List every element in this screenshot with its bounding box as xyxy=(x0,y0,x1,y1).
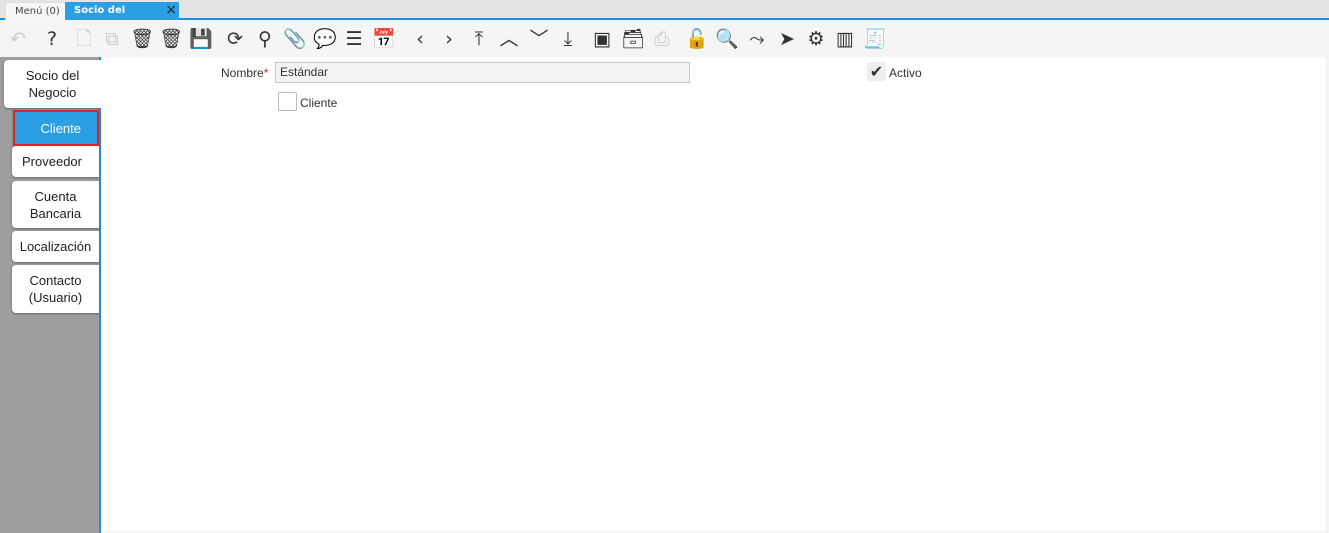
post-document-button[interactable]: 🧾 xyxy=(863,27,887,51)
parent-icon: ︿ xyxy=(499,28,519,50)
side-tab-label: Contacto (Usuario) xyxy=(28,273,83,305)
workflow-icon: ⤳ xyxy=(749,28,765,50)
side-tab-label: Proveedor xyxy=(22,154,82,169)
calendar-button[interactable]: 📅 xyxy=(372,27,396,51)
refresh-button[interactable]: ⟳ xyxy=(223,27,247,51)
archive-icon: 🗃 xyxy=(621,28,646,50)
workflow-button[interactable]: ⤳ xyxy=(745,27,769,51)
find-icon: ⚲ xyxy=(258,28,272,50)
grid-toggle-button[interactable]: ☰ xyxy=(342,27,366,51)
grid-toggle-icon: ☰ xyxy=(345,28,363,50)
required-mark: * xyxy=(263,66,269,80)
first-icon: ⤒ xyxy=(474,28,484,50)
new-record-icon: 🗋 xyxy=(76,28,92,50)
copy-record-button[interactable]: ⧉ xyxy=(100,27,124,51)
delete-selection-icon: 🗑 xyxy=(159,28,184,50)
next-button[interactable]: › xyxy=(437,27,461,51)
delete-icon: 🗑 xyxy=(130,28,155,50)
previous-icon: ‹ xyxy=(416,28,424,50)
product-info-icon: ▥ xyxy=(836,28,854,50)
side-tab-label: Localización xyxy=(19,239,92,254)
save-icon: 💾 xyxy=(189,28,213,50)
lock-button[interactable]: 🔓 xyxy=(685,27,709,51)
report-icon: ▣ xyxy=(593,28,611,50)
window-tab-bar: Menú (0) Socio del Negocio× xyxy=(0,0,1329,33)
last-icon: ⤓ xyxy=(563,28,573,50)
tab-menu[interactable]: Menú (0) xyxy=(5,2,70,20)
cliente-checkbox-label: Cliente xyxy=(300,96,338,110)
zoom-across-icon: 🔍 xyxy=(715,28,739,50)
archive-button[interactable]: 🗃 xyxy=(621,27,645,51)
help-button[interactable]: ? xyxy=(40,27,64,51)
process-button[interactable]: ⚙ xyxy=(804,27,828,51)
previous-button[interactable]: ‹ xyxy=(408,27,432,51)
side-tab-localizacion[interactable]: Localización xyxy=(12,231,99,262)
check-icon: ✔ xyxy=(869,62,884,81)
nombre-label: Nombre* xyxy=(221,66,269,80)
side-tab-cliente[interactable]: Cliente xyxy=(13,110,99,146)
print-icon: ⎙ xyxy=(654,28,670,50)
detail-button[interactable]: ﹀ xyxy=(527,27,551,51)
activo-checkbox[interactable]: ✔ xyxy=(867,62,886,81)
nombre-input[interactable]: Estándar xyxy=(275,62,690,83)
cliente-checkbox[interactable] xyxy=(278,92,297,111)
side-tab-socio-del-negocio[interactable]: Socio del Negocio xyxy=(4,60,101,108)
lock-icon: 🔓 xyxy=(685,28,709,50)
chat-button[interactable]: 💬 xyxy=(313,27,337,51)
attachment-icon: 📎 xyxy=(283,28,307,50)
refresh-icon: ⟳ xyxy=(227,28,243,50)
help-icon: ? xyxy=(46,28,58,50)
side-tab-label: Socio del Negocio xyxy=(25,68,80,100)
zoom-across-button[interactable]: 🔍 xyxy=(715,27,739,51)
side-tab-label: Cliente xyxy=(40,120,81,136)
report-button[interactable]: ▣ xyxy=(590,27,614,51)
calendar-icon: 📅 xyxy=(372,28,396,50)
activo-checkbox-label: Activo xyxy=(889,66,922,80)
copy-record-icon: ⧉ xyxy=(105,28,119,50)
attachment-button[interactable]: 📎 xyxy=(283,27,307,51)
print-button[interactable]: ⎙ xyxy=(650,27,674,51)
process-icon: ⚙ xyxy=(807,28,825,50)
side-tab-proveedor[interactable]: Proveedor xyxy=(12,146,99,177)
post-document-icon: 🧾 xyxy=(863,28,887,50)
last-button[interactable]: ⤓ xyxy=(556,27,580,51)
chat-icon: 💬 xyxy=(313,28,337,50)
request-button[interactable]: ➤ xyxy=(775,27,799,51)
side-tab-contacto[interactable]: Contacto (Usuario) xyxy=(12,265,99,313)
undo-icon: ↶ xyxy=(10,28,26,50)
form-panel xyxy=(101,57,1326,531)
tab-socio-del-negocio[interactable]: Socio del Negocio× xyxy=(65,2,179,33)
next-icon: › xyxy=(445,28,453,50)
detail-tabs-panel: Socio del Negocio Cliente Proveedor Cuen… xyxy=(0,57,101,533)
request-icon: ➤ xyxy=(779,28,795,50)
side-tab-label: Cuenta Bancaria xyxy=(29,188,82,221)
product-info-button[interactable]: ▥ xyxy=(833,27,857,51)
delete-button[interactable]: 🗑 xyxy=(130,27,154,51)
parent-button[interactable]: ︿ xyxy=(497,27,521,51)
delete-selection-button[interactable]: 🗑 xyxy=(159,27,183,51)
side-tab-cuenta-bancaria[interactable]: Cuenta Bancaria xyxy=(12,181,99,228)
first-button[interactable]: ⤒ xyxy=(467,27,491,51)
detail-icon: ﹀ xyxy=(529,28,549,50)
find-button[interactable]: ⚲ xyxy=(253,27,277,51)
save-button[interactable]: 💾 xyxy=(189,27,213,51)
new-record-button[interactable]: 🗋 xyxy=(72,27,96,51)
toolbar: ↶? 🗋 ⧉ 🗑 🗑 💾 ⟳ ⚲ 📎 💬 ☰ 📅 ‹ › ⤒ ︿ ﹀ ⤓ ▣ 🗃 ⎙ 🔓 🔍 ⤳ ➤ ⚙ ▥ 🧾 xyxy=(0,22,1329,56)
undo-button[interactable]: ↶ xyxy=(6,27,30,51)
close-icon[interactable]: × xyxy=(165,2,177,19)
